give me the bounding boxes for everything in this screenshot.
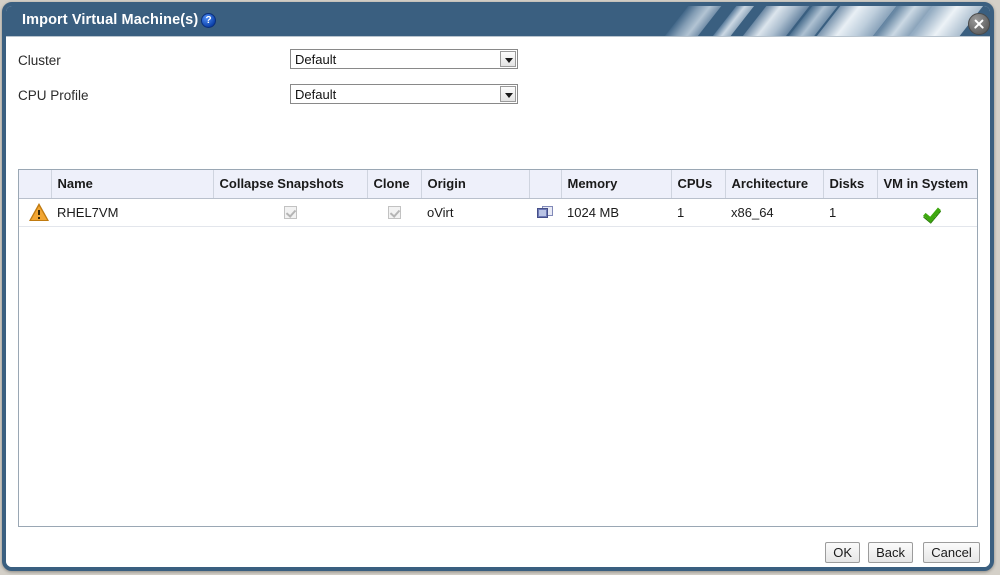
titlebar-gloss-streak xyxy=(774,6,857,36)
warning-icon-bang xyxy=(38,210,40,215)
titlebar-gloss-streak xyxy=(728,6,823,36)
cluster-label: Cluster xyxy=(18,53,61,68)
ok-button[interactable]: OK xyxy=(825,542,860,563)
column-header-status[interactable] xyxy=(19,170,51,198)
column-header-architecture[interactable]: Architecture xyxy=(725,170,823,198)
cancel-button[interactable]: Cancel xyxy=(923,542,980,563)
titlebar-gloss-streak xyxy=(858,6,949,36)
chevron-down-icon[interactable] xyxy=(500,51,516,67)
chevron-down-glyph xyxy=(505,93,513,98)
cell-memory: 1024 MB xyxy=(561,198,671,226)
column-header-origin[interactable]: Origin xyxy=(421,170,529,198)
column-header-disks[interactable]: Disks xyxy=(823,170,877,198)
back-button[interactable]: Back xyxy=(868,542,913,563)
monitors-icon xyxy=(537,206,554,220)
cell-disks: 1 xyxy=(823,198,877,226)
column-header-name[interactable]: Name xyxy=(51,170,213,198)
column-header-type[interactable] xyxy=(529,170,561,198)
cpu-profile-select[interactable]: Default xyxy=(290,84,518,104)
cpu-profile-select-value: Default xyxy=(295,87,336,102)
vm-table: Name Collapse Snapshots Clone Origin Mem… xyxy=(19,170,978,227)
cell-status xyxy=(19,198,51,226)
dialog-title: Import Virtual Machine(s) xyxy=(22,12,198,28)
column-header-memory[interactable]: Memory xyxy=(561,170,671,198)
table-row[interactable]: RHEL7VM oVirt xyxy=(19,198,978,226)
help-icon[interactable]: ? xyxy=(201,13,216,28)
vm-list-panel: Name Collapse Snapshots Clone Origin Mem… xyxy=(18,169,978,527)
warning-icon-dot xyxy=(38,217,40,219)
cell-origin: oVirt xyxy=(421,198,529,226)
dialog-body: Cluster Default CPU Profile Default xyxy=(6,36,990,538)
cell-collapse-snapshots xyxy=(213,198,367,226)
close-icon[interactable] xyxy=(968,13,990,35)
cell-clone xyxy=(367,198,421,226)
cluster-select-value: Default xyxy=(295,52,336,67)
cell-cpus: 1 xyxy=(671,198,725,226)
column-header-vm-in-system[interactable]: VM in System xyxy=(877,170,978,198)
form-row-cluster: Cluster Default xyxy=(6,49,990,79)
monitors-icon-front xyxy=(537,208,548,218)
form-row-cpu-profile: CPU Profile Default xyxy=(6,84,990,114)
import-vm-dialog: Import Virtual Machine(s) ? Cluster Defa… xyxy=(2,2,994,571)
cell-name: RHEL7VM xyxy=(51,198,213,226)
column-header-collapse-snapshots[interactable]: Collapse Snapshots xyxy=(213,170,367,198)
dialog-titlebar: Import Virtual Machine(s) ? xyxy=(6,6,990,36)
chevron-down-glyph xyxy=(505,58,513,63)
titlebar-gloss-streak xyxy=(650,6,738,36)
collapse-snapshots-checkbox xyxy=(284,206,297,219)
warning-icon xyxy=(29,203,49,221)
chevron-down-icon[interactable] xyxy=(500,86,516,102)
cell-vm-in-system xyxy=(877,198,978,226)
cell-architecture: x86_64 xyxy=(725,198,823,226)
table-header-row: Name Collapse Snapshots Clone Origin Mem… xyxy=(19,170,978,198)
vm-table-body: RHEL7VM oVirt xyxy=(19,198,978,226)
column-header-clone[interactable]: Clone xyxy=(367,170,421,198)
dialog-footer: OK Back Cancel xyxy=(6,537,990,567)
titlebar-gloss-streak xyxy=(802,6,906,36)
titlebar-gloss-streak xyxy=(698,6,777,36)
clone-checkbox xyxy=(388,206,401,219)
cell-type xyxy=(529,198,561,226)
cpu-profile-label: CPU Profile xyxy=(18,88,89,103)
check-icon xyxy=(923,205,941,219)
cluster-select[interactable]: Default xyxy=(290,49,518,69)
column-header-cpus[interactable]: CPUs xyxy=(671,170,725,198)
vm-table-header: Name Collapse Snapshots Clone Origin Mem… xyxy=(19,170,978,198)
